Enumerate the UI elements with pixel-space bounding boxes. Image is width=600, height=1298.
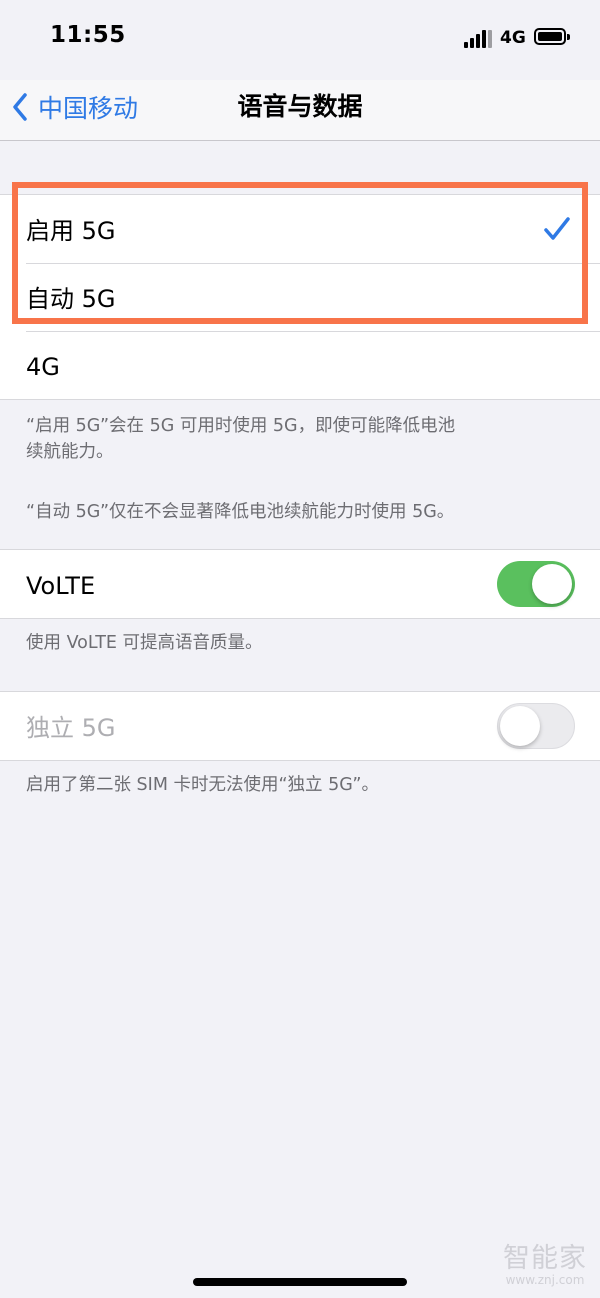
watermark-text: 智能家 — [503, 1243, 587, 1274]
options-footer: “启用 5G”会在 5G 可用时使用 5G，即使可能降低电池 续航能力。 “自动… — [26, 413, 526, 525]
footer-line: “启用 5G”会在 5G 可用时使用 5G，即使可能降低电池 — [26, 416, 456, 436]
highlight-box — [12, 182, 588, 324]
status-bar: 11:55 4G — [0, 0, 600, 80]
battery-icon — [534, 28, 570, 45]
sa5g-group: 独立 5G — [0, 691, 600, 761]
volte-group: VoLTE — [0, 549, 600, 619]
watermark-url: www.znj.com — [505, 1273, 585, 1287]
home-indicator[interactable] — [193, 1278, 407, 1286]
footer-line: “自动 5G”仅在不会显著降低电池续航能力时使用 5G。 — [26, 502, 455, 522]
sa5g-label: 独立 5G — [26, 714, 116, 742]
sa5g-toggle[interactable] — [497, 703, 575, 749]
volte-label: VoLTE — [26, 572, 96, 600]
sa5g-row: 独立 5G — [0, 692, 600, 760]
status-time: 11:55 — [50, 22, 126, 48]
volte-toggle[interactable] — [497, 561, 575, 607]
navigation-bar: 中国移动 语音与数据 — [0, 80, 600, 141]
volte-row: VoLTE — [0, 550, 600, 618]
volte-footer: 使用 VoLTE 可提高语音质量。 — [26, 633, 263, 653]
signal-icon — [464, 30, 492, 48]
sa5g-footer: 启用了第二张 SIM 卡时无法使用“独立 5G”。 — [26, 775, 379, 795]
footer-line: 续航能力。 — [26, 442, 114, 462]
network-type: 4G — [500, 28, 526, 48]
option-label: 4G — [26, 353, 60, 381]
option-4g[interactable]: 4G — [0, 331, 600, 399]
watermark-logo: 智能家 www.znj.com — [490, 1236, 600, 1287]
page-title: 语音与数据 — [237, 92, 363, 121]
